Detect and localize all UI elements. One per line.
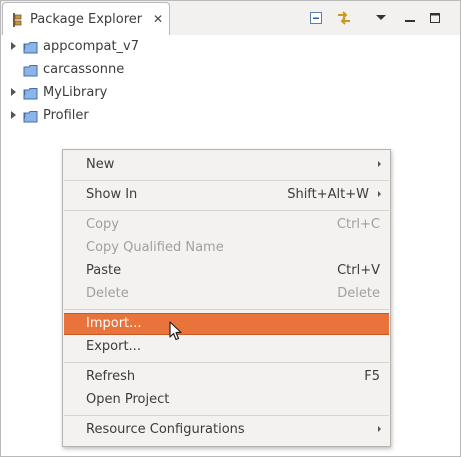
menu-separator [64,415,389,416]
menu-item-new[interactable]: New [64,154,389,176]
menu-item-import[interactable]: Import... [64,313,389,335]
menu-item-label: Open Project [86,392,170,407]
menu-item-resource-configurations[interactable]: Resource Configurations [64,419,389,441]
menu-item-paste[interactable]: Paste Ctrl+V [64,260,389,282]
menu-item-refresh[interactable]: Refresh F5 [64,366,389,388]
menu-item-export[interactable]: Export... [64,336,389,358]
menu-item-shortcut: Ctrl+V [337,263,380,278]
menu-item-copy: Copy Ctrl+C [64,214,389,236]
menu-item-label: Show In [86,187,138,202]
link-with-editor-icon[interactable] [336,10,352,26]
svg-text:J: J [23,43,26,50]
tree-item-carcassonne[interactable]: carcassonne [1,60,201,82]
expand-arrow-icon[interactable] [11,88,16,96]
collapse-all-icon[interactable] [308,10,324,26]
tree-item-profiler[interactable]: J Profiler [1,106,201,128]
submenu-arrow-icon [378,191,381,197]
tree-item-label: carcassonne [43,62,125,77]
svg-text:J: J [23,112,26,119]
tree-item-label: appcompat_v7 [43,39,140,54]
menu-separator [64,362,389,363]
tree-item-appcompat[interactable]: J appcompat_v7 [1,37,201,59]
menu-item-copy-qualified-name: Copy Qualified Name [64,237,389,259]
context-menu: New Show In Shift+Alt+W Copy Ctrl+C Copy… [62,149,391,447]
project-folder-icon: J [23,41,39,55]
menu-item-shortcut: Delete [337,286,380,301]
expand-arrow-icon[interactable] [11,42,16,50]
menu-item-label: Copy [86,217,119,232]
menu-item-shortcut: Shift+Alt+W [287,187,369,202]
svg-text:J: J [23,89,26,96]
menu-item-label: Import... [86,316,142,331]
menu-item-label: Refresh [86,369,136,384]
menu-item-label: Delete [86,286,129,301]
menu-item-shortcut: F5 [364,369,380,384]
project-folder-icon: J [23,110,39,124]
menu-item-label: Paste [86,263,122,278]
view-menu-icon[interactable] [373,10,389,26]
menu-item-label: New [86,157,115,172]
menu-item-label: Resource Configurations [86,422,245,437]
menu-separator [64,180,389,181]
menu-item-delete: Delete Delete [64,283,389,305]
menu-item-label: Copy Qualified Name [86,240,224,255]
close-icon[interactable]: ✕ [153,12,163,26]
menu-separator [64,210,389,211]
tab-package-explorer[interactable]: Package Explorer ✕ [2,2,170,35]
tab-title: Package Explorer [30,12,143,27]
submenu-arrow-icon [378,426,381,432]
project-folder-icon [23,64,39,78]
view-title-bar: Package Explorer ✕ [1,1,460,35]
menu-item-shortcut: Ctrl+C [336,217,380,232]
tree-item-mylibrary[interactable]: J MyLibrary [1,83,201,105]
expand-arrow-icon[interactable] [11,111,16,119]
package-explorer-icon [10,13,22,27]
maximize-icon[interactable] [427,10,443,26]
menu-item-open-project[interactable]: Open Project [64,389,389,411]
tree-item-label: Profiler [43,108,89,123]
mouse-pointer-icon [169,321,183,341]
project-folder-icon: J [23,87,39,101]
minimize-icon[interactable] [402,10,418,26]
menu-separator [64,309,389,310]
menu-item-show-in[interactable]: Show In Shift+Alt+W [64,184,389,206]
tree-item-label: MyLibrary [43,85,108,100]
menu-item-label: Export... [86,339,141,354]
submenu-arrow-icon [378,161,381,167]
